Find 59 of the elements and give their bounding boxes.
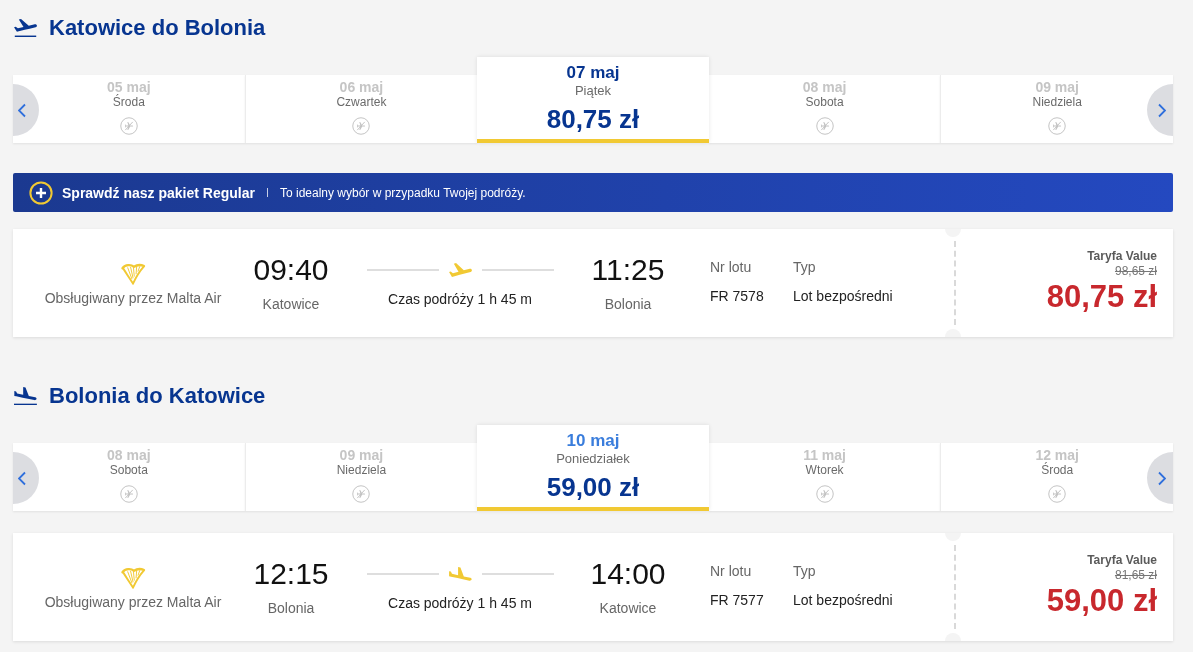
fare-name: Taryfa Value	[1087, 553, 1157, 567]
arrival-time: 14:00	[590, 558, 666, 590]
route-title: Katowice do Bolonia	[49, 15, 266, 41]
old-price: 98,65 zł	[1114, 264, 1157, 278]
no-flight-icon	[1048, 117, 1067, 135]
departure-time: 09:40	[253, 254, 329, 286]
date-tab[interactable]: 11 maj Wtorek	[708, 443, 941, 511]
arrival-city: Katowice	[599, 599, 657, 617]
promo-text: To idealny wybór w przypadku Twojej podróży.	[279, 185, 526, 200]
date-tab[interactable]: 05 maj Środa	[13, 75, 245, 143]
chevron-right-icon	[1158, 102, 1166, 118]
chevron-right-icon	[1158, 470, 1166, 486]
fare-name: Taryfa Value	[1087, 249, 1157, 263]
no-flight-icon	[119, 117, 138, 135]
flight-number: FR 7578	[710, 287, 764, 305]
plane-landing-icon	[14, 387, 37, 405]
flight-type-label: Typ	[793, 258, 816, 276]
date-tab[interactable]: 08 maj Sobota	[13, 443, 245, 511]
plane-icon	[448, 263, 472, 277]
route-title: Bolonia do Katowice	[49, 383, 266, 409]
flight-number: FR 7577	[710, 591, 764, 609]
arrival-time: 11:25	[591, 254, 665, 286]
no-flight-icon	[1048, 485, 1067, 503]
flight-type: Lot bezpośredni	[793, 287, 893, 305]
date-tab[interactable]: 10 maj Poniedziałek 59,00 zł	[477, 425, 709, 511]
date-tab[interactable]: 09 maj Niedziela	[940, 75, 1173, 143]
plus-circle-icon	[29, 180, 53, 205]
no-flight-icon	[815, 117, 834, 135]
flight-number-label: Nr lotu	[710, 562, 752, 580]
date-tab[interactable]: 08 maj Sobota	[708, 75, 941, 143]
fare-price: 80,75 zł	[1046, 280, 1157, 314]
plane-takeoff-icon	[14, 19, 37, 37]
no-flight-icon	[352, 485, 371, 503]
chevron-left-icon	[18, 470, 26, 486]
date-tab[interactable]: 06 maj Czwartek	[244, 75, 478, 143]
no-flight-icon	[815, 485, 834, 503]
date-tab[interactable]: 07 maj Piątek 80,75 zł	[477, 57, 709, 143]
departure-city: Bolonia	[267, 599, 315, 617]
harp-icon	[120, 262, 146, 285]
departure-time: 12:15	[253, 558, 329, 590]
flight-duration: Czas podróży 1 h 45 m	[388, 290, 532, 308]
flight-number-label: Nr lotu	[710, 258, 752, 276]
harp-icon	[120, 566, 146, 589]
flight-type-label: Typ	[793, 562, 816, 580]
date-tab[interactable]: 09 maj Niedziela	[244, 443, 478, 511]
no-flight-icon	[352, 117, 371, 135]
no-flight-icon	[119, 485, 138, 503]
operator-label: Obsługiwany przez Malta Air	[44, 289, 222, 307]
date-tab[interactable]: 12 maj Środa	[940, 443, 1173, 511]
flight-duration: Czas podróży 1 h 45 m	[388, 594, 532, 612]
plane-icon	[448, 567, 472, 581]
old-price: 81,65 zł	[1114, 568, 1157, 582]
departure-city: Katowice	[262, 295, 320, 313]
promo-title: Sprawdź nasz pakiet Regular	[62, 184, 255, 201]
operator-label: Obsługiwany przez Malta Air	[44, 593, 222, 611]
fare-price: 59,00 zł	[1046, 584, 1157, 618]
arrival-city: Bolonia	[604, 295, 652, 313]
flight-type: Lot bezpośredni	[793, 591, 893, 609]
chevron-left-icon	[18, 102, 26, 118]
